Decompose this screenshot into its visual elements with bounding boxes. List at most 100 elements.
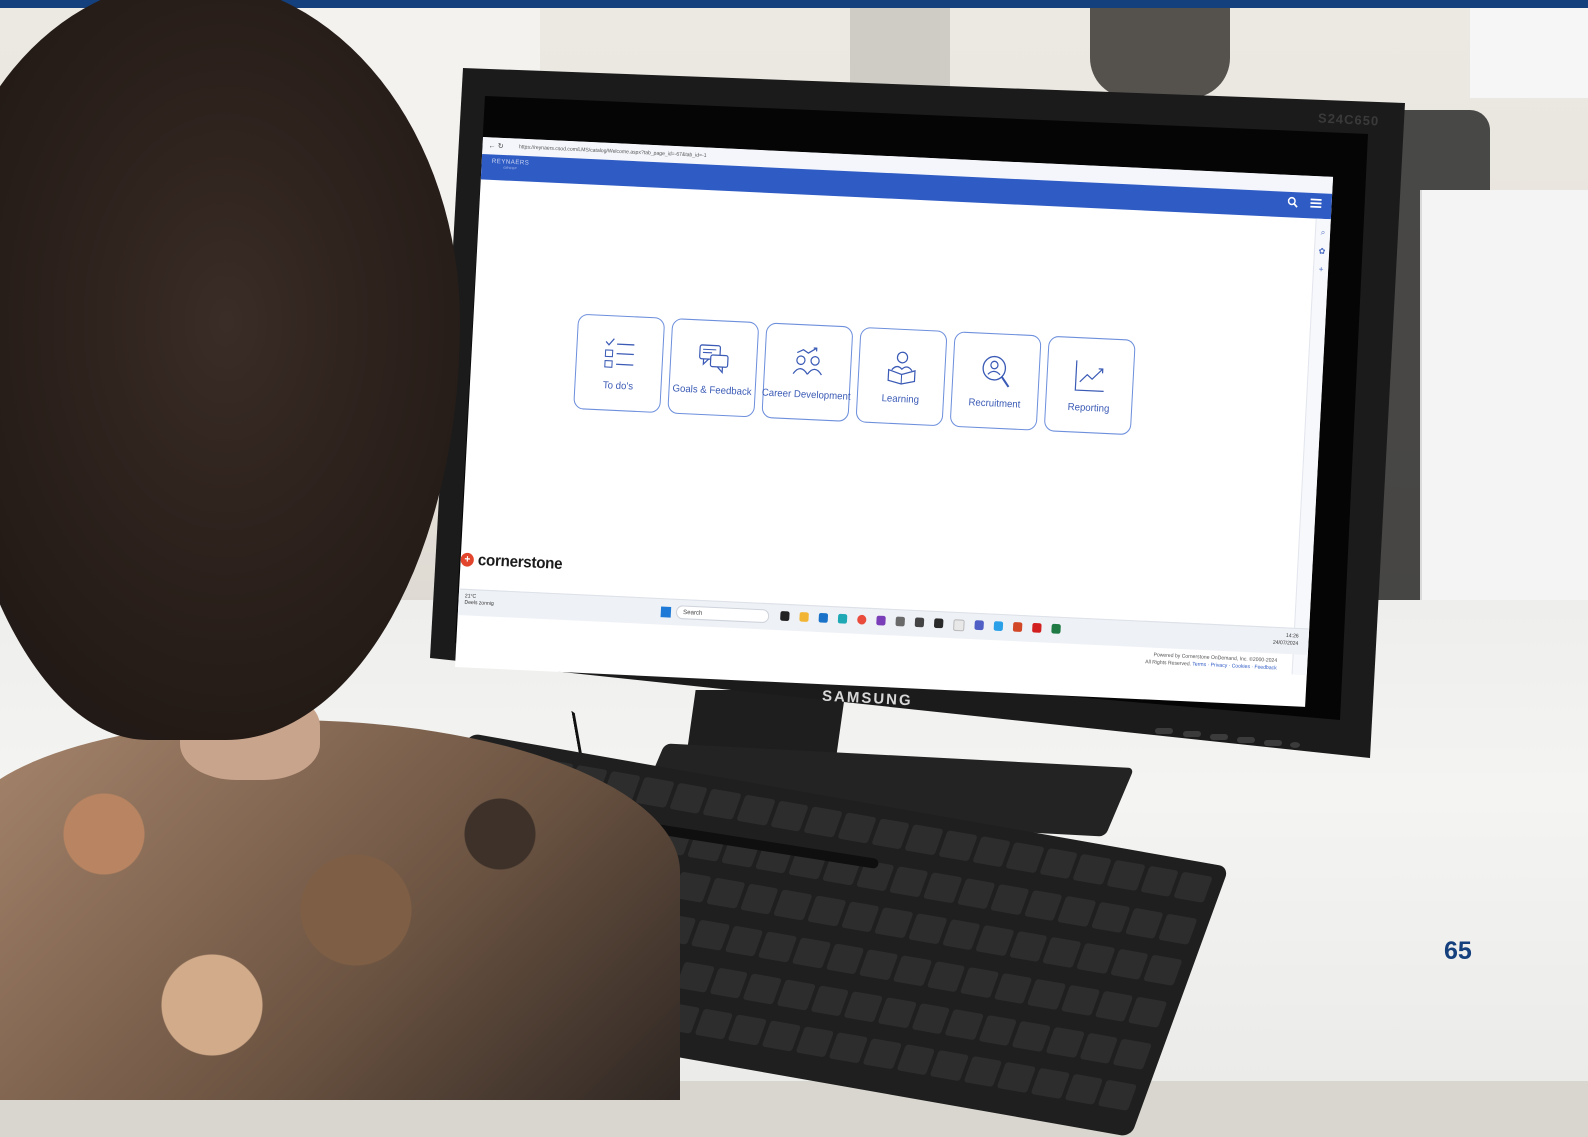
keyboard-key — [795, 1027, 834, 1058]
keyboard-key — [777, 979, 816, 1010]
sidebar-settings-icon[interactable]: ✿ — [1315, 246, 1330, 256]
keyboard-key — [1039, 848, 1078, 879]
keyboard-key — [1079, 1032, 1118, 1063]
keyboard-key — [908, 913, 947, 944]
keyboard-key — [997, 1062, 1036, 1093]
keyboard-key — [792, 937, 831, 968]
sidebar-add-icon[interactable]: + — [1314, 264, 1329, 274]
app-icon[interactable] — [934, 618, 944, 628]
monitor-button[interactable] — [1155, 728, 1173, 734]
keyboard-key — [1125, 907, 1164, 938]
keyboard-key — [736, 795, 775, 826]
excel-icon[interactable] — [1051, 624, 1061, 634]
weather-widget[interactable]: 21°C Deels zonnig — [464, 593, 494, 607]
keyboard-key — [1159, 913, 1198, 944]
header-actions — [1287, 196, 1322, 212]
keyboard-key — [862, 1038, 901, 1069]
people-growth-icon — [790, 343, 826, 381]
keyboard-key — [905, 824, 944, 855]
app-footer: Powered by Cornerstone OnDemand, Inc. ©2… — [1145, 652, 1277, 673]
footer-rights: All Rights Reserved. — [1145, 659, 1191, 668]
tile-label: To do's — [603, 379, 634, 392]
taskview-icon[interactable] — [780, 611, 790, 621]
acrobat-icon[interactable] — [1032, 623, 1042, 633]
keyboard-key — [926, 961, 965, 992]
monitor-button[interactable] — [1210, 734, 1228, 740]
back-icon[interactable]: ← ↻ — [482, 141, 511, 151]
tile-label: Learning — [881, 392, 919, 405]
keyboard-key — [706, 878, 745, 909]
keyboard-key — [725, 925, 764, 956]
cornerstone-wordmark: cornerstone — [477, 551, 562, 573]
taskbar-apps — [780, 611, 1061, 636]
sidebar-search-icon[interactable]: ⌕ — [1316, 227, 1331, 238]
keyboard-key — [930, 1050, 969, 1081]
windows-taskbar: 21°C Deels zonnig Search — [458, 589, 1309, 655]
keyboard-key — [1091, 901, 1130, 932]
onenote-icon[interactable] — [876, 616, 886, 626]
keyboard-key — [709, 967, 748, 998]
keyboard-key — [1042, 937, 1081, 968]
keyboard-key — [761, 1021, 800, 1052]
windows-start-icon[interactable] — [661, 607, 672, 618]
weather-desc: Deels zonnig — [464, 599, 494, 607]
page-number: 65 — [1444, 937, 1472, 966]
keyboard-key — [874, 908, 913, 939]
file-explorer-icon[interactable] — [799, 612, 809, 622]
keyboard-key — [1024, 890, 1063, 921]
edge-icon[interactable] — [838, 614, 848, 624]
monitor-button[interactable] — [1264, 740, 1282, 746]
keyboard-key — [694, 1009, 733, 1040]
keyboard-key — [676, 961, 715, 992]
tile-career-development[interactable]: Career Development — [761, 322, 853, 421]
keyboard-key — [893, 955, 932, 986]
tile-learning[interactable]: Learning — [855, 327, 947, 426]
keyboard-key — [743, 973, 782, 1004]
menu-icon[interactable] — [1310, 197, 1322, 212]
keyboard-key — [770, 800, 809, 831]
notepad-icon[interactable] — [953, 619, 965, 631]
magnify-person-icon — [978, 352, 1014, 390]
company-logo[interactable]: REYNAERS GROUP — [491, 159, 529, 171]
teams-icon[interactable] — [974, 620, 984, 630]
tile-reporting[interactable]: Reporting — [1044, 336, 1136, 435]
keyboard-key — [804, 806, 843, 837]
keyboard-key — [1064, 1074, 1103, 1105]
tile-todos[interactable]: To do's — [573, 314, 665, 413]
tile-label: Career Development — [762, 387, 851, 403]
keyboard-key — [990, 884, 1029, 915]
outlook-icon[interactable] — [819, 613, 829, 623]
tile-label: Goals & Feedback — [672, 382, 752, 397]
keyboard-key — [994, 973, 1033, 1004]
keyboard-key — [923, 872, 962, 903]
powerpoint-icon[interactable] — [1013, 622, 1023, 632]
search-icon[interactable] — [1287, 196, 1299, 211]
monitor-button[interactable] — [1183, 731, 1201, 737]
keyboard-key — [1106, 860, 1145, 891]
app-icon[interactable] — [895, 617, 905, 627]
taskbar-search[interactable]: Search — [676, 605, 770, 623]
power-button[interactable] — [1290, 742, 1300, 748]
keyboard-key — [896, 1044, 935, 1075]
keyboard-key — [1058, 896, 1097, 927]
calculator-icon[interactable] — [915, 617, 925, 627]
keyboard-key — [957, 878, 996, 909]
chrome-icon[interactable] — [857, 615, 867, 625]
keyboard-key — [1113, 1038, 1152, 1069]
monitor-brand-label: SAMSUNG — [822, 688, 913, 710]
monitor-button[interactable] — [1237, 737, 1255, 743]
keyboard-key — [1005, 842, 1044, 873]
keyboard-key — [773, 890, 812, 921]
tile-goals-feedback[interactable]: Goals & Feedback — [667, 318, 759, 417]
keyboard-key — [1095, 991, 1134, 1022]
keyboard-key — [978, 1015, 1017, 1046]
tile-recruitment[interactable]: Recruitment — [950, 331, 1042, 430]
app-icon[interactable] — [994, 621, 1004, 631]
taskbar-clock[interactable]: 14:26 24/07/2024 — [1273, 632, 1299, 648]
keyboard-key — [1046, 1026, 1085, 1057]
keyboard-key — [691, 920, 730, 951]
keyboard-key — [1009, 931, 1048, 962]
keyboard-key — [703, 789, 742, 820]
keyboard-key — [960, 967, 999, 998]
keyboard-key — [972, 836, 1011, 867]
